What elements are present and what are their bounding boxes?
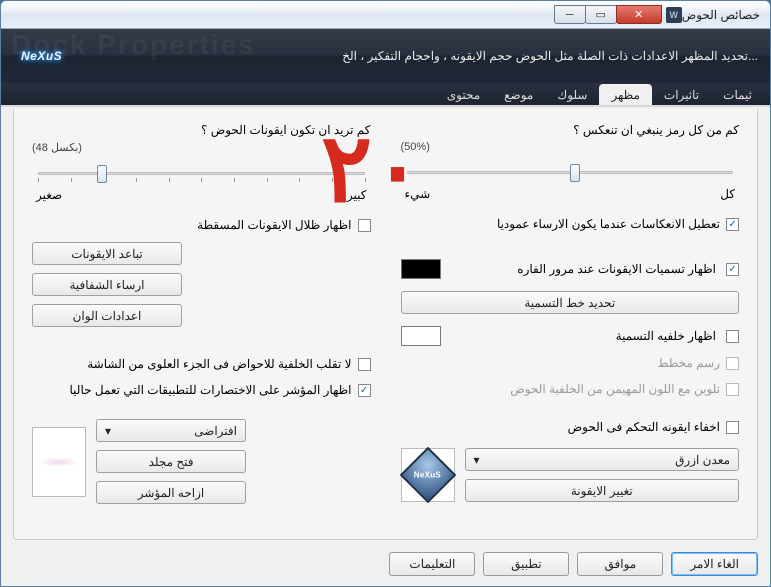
iconsize-value: (بكسل 48) [32,141,371,154]
app-icon: W [666,7,682,23]
btn-apply[interactable]: تطبيق [483,552,569,576]
iconsize-question: كم تريد ان تكون ايقونات الحوض ؟ [32,123,371,137]
tab-content[interactable]: محتوى [435,84,492,105]
lbl-drop-shadows: اظهار ظلال الايقونات المسقطة [197,218,351,232]
chk-drop-shadows[interactable] [358,219,371,232]
reflection-slider[interactable] [407,161,734,185]
label-color-swatch[interactable] [401,259,441,279]
maximize-button[interactable]: ▭ [585,5,617,24]
btn-label-font[interactable]: تحديد خط التسمية [401,291,740,314]
tab-behavior[interactable]: سلوك [545,84,599,105]
lbl-hide-control-icon: اخفاء ايقونه التحكم فى الحوض [568,420,720,434]
control-icon-preview: NeXuS [401,448,455,502]
column-reflection: كم من كل رمز ينبغي ان تنعكس ؟ (50%) كل شي… [401,123,740,525]
minimize-button[interactable]: ─ [554,5,586,24]
dialog-buttons: الغاء الامر موافق تطبيق التعليمات [13,552,758,576]
slider-label-small: صغير [36,188,62,202]
titlebar: W خصائص الحوض ─ ▭ ✕ [1,1,770,29]
slider-label-big: كبير [347,188,367,202]
chk-sketch [726,357,739,370]
chk-no-flip-bg[interactable] [358,358,371,371]
chk-running-indicator[interactable] [358,384,371,397]
tab-position[interactable]: موضع [492,84,545,105]
chk-hide-control-icon[interactable] [726,421,739,434]
column-iconsize: كم تريد ان تكون ايقونات الحوض ؟ (بكسل 48… [32,123,371,525]
btn-help[interactable]: التعليمات [389,552,475,576]
tab-appearance[interactable]: مظهر [599,84,651,105]
lbl-no-flip-bg: لا تقلب الخلفية للاحواض فى الجزء العلوى … [87,357,351,371]
lbl-disable-vertical-reflect: تعطيل الانعكاسات عندما يكون الارساء عمود… [497,217,720,231]
chevron-down-icon: ▾ [105,424,111,438]
indicator-preview [32,427,86,497]
iconsize-slider[interactable] [38,162,365,186]
chk-tint [726,383,739,396]
chk-disable-vertical-reflect[interactable] [726,218,739,231]
window-title: خصائص الحوض [682,8,760,22]
theme-dropdown[interactable]: معدن ازرق▾ [465,448,740,471]
btn-dock-transparency[interactable]: ارساء الشفافية [32,273,182,296]
btn-open-folder[interactable]: فتح مجلد [96,450,246,473]
dialog-header: Dock Properties ...تحديد المظهر الاعدادا… [1,29,770,83]
lbl-tint: تلوين مع اللون المهيمن من الخلفية الحوض [510,382,720,396]
tab-themes[interactable]: ثيمات [711,84,764,105]
chk-label-bg[interactable] [726,330,739,343]
slider-label-min: كل [720,187,735,201]
lbl-running-indicator: اظهار المؤشر على الاختصارات للتطبيقات ال… [70,383,352,397]
btn-icon-spacing[interactable]: تباعد الايقونات [32,242,182,265]
label-bg-swatch[interactable] [401,326,441,346]
tab-effects[interactable]: تاثيرات [652,84,711,105]
btn-indicator-offset[interactable]: ازاحه المؤشر [96,481,246,504]
dialog-window: W خصائص الحوض ─ ▭ ✕ Dock Properties ...ت… [0,0,771,587]
slider-label-max: شيء [405,187,431,201]
lbl-label-bg: اظهار خلفيه التسمية [451,329,717,343]
reflection-value: (50%) [401,141,740,153]
btn-change-icon[interactable]: تغيير الايقونة [465,479,740,502]
content-panel: كم من كل رمز ينبغي ان تنعكس ؟ (50%) كل شي… [13,109,758,540]
tab-strip: ثيمات تاثيرات مظهر سلوك موضع محتوى [1,83,770,107]
lbl-sketch: رسم مخطط [657,356,720,370]
chk-show-labels[interactable] [726,263,739,276]
reflection-question: كم من كل رمز ينبغي ان تنعكس ؟ [401,123,740,137]
close-button[interactable]: ✕ [616,5,662,24]
btn-color-settings[interactable]: اعدادات الوان [32,304,182,327]
lbl-show-labels: اظهار تسميات الايقونات عند مرور الفاره [451,262,717,276]
btn-cancel[interactable]: الغاء الامر [671,552,758,576]
chevron-down-icon: ▾ [474,453,480,467]
indicator-style-dropdown[interactable]: افتراضى▾ [96,419,246,442]
btn-ok[interactable]: موافق [577,552,663,576]
